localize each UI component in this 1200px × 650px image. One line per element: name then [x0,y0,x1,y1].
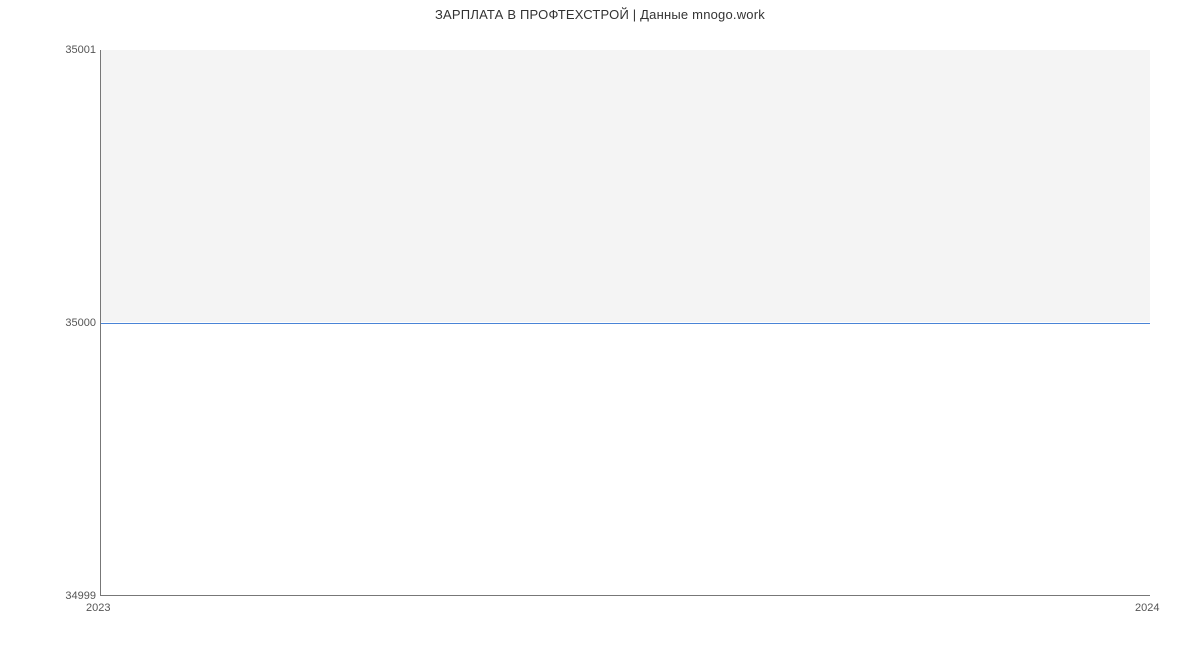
plot-area [100,50,1150,596]
x-tick-left: 2023 [86,602,110,614]
y-tick-mid: 35000 [6,317,96,329]
x-tick-right: 2024 [1135,602,1159,614]
plot-lower-band [101,322,1150,595]
chart-title: ЗАРПЛАТА В ПРОФТЕХСТРОЙ | Данные mnogo.w… [0,7,1200,22]
y-tick-top: 35001 [6,44,96,56]
salary-chart: ЗАРПЛАТА В ПРОФТЕХСТРОЙ | Данные mnogo.w… [0,0,1200,650]
y-tick-bottom: 34999 [6,590,96,602]
data-line [101,323,1150,324]
